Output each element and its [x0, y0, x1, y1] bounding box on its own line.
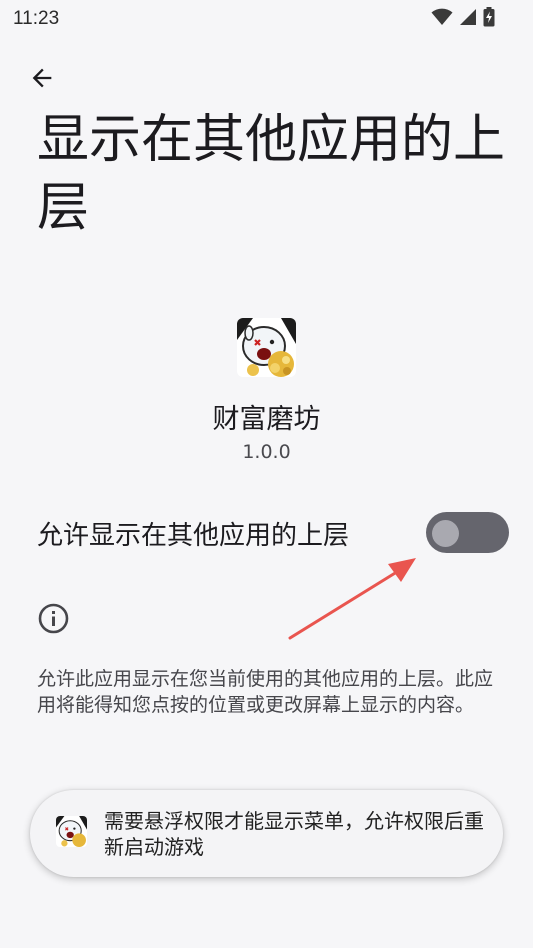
app-name: 财富磨坊	[212, 404, 321, 435]
status-bar: 11:23	[0, 0, 533, 36]
permission-toggle-label: 允许显示在其他应用的上层	[37, 521, 350, 551]
red-arrow	[288, 558, 416, 640]
permission-description: 允许此应用显示在您当前使用的其他应用的上层。此应用将能得知您点按的位置或更改屏幕…	[37, 668, 494, 716]
page-title: 显示在其他应用的上层	[37, 110, 506, 238]
app-icon	[237, 318, 296, 377]
info-icon	[38, 603, 69, 634]
wifi-icon	[431, 8, 453, 25]
permission-switch[interactable]	[426, 512, 509, 553]
back-button[interactable]	[24, 60, 60, 96]
app-version: 1.0.0	[242, 441, 291, 463]
status-time: 11:23	[13, 8, 60, 29]
toast-message: 需要悬浮权限才能显示菜单，允许权限后重新启动游戏	[30, 790, 503, 877]
signal-icon	[460, 9, 476, 25]
battery-charging-icon	[483, 7, 495, 27]
status-icons	[431, 7, 495, 27]
toast-app-icon	[56, 816, 87, 847]
switch-knob	[432, 520, 459, 547]
permission-toggle-row[interactable]: 允许显示在其他应用的上层	[0, 505, 533, 563]
toast-text: 需要悬浮权限才能显示菜单，允许权限后重新启动游戏	[104, 809, 484, 859]
arrow-back-icon	[32, 68, 52, 88]
